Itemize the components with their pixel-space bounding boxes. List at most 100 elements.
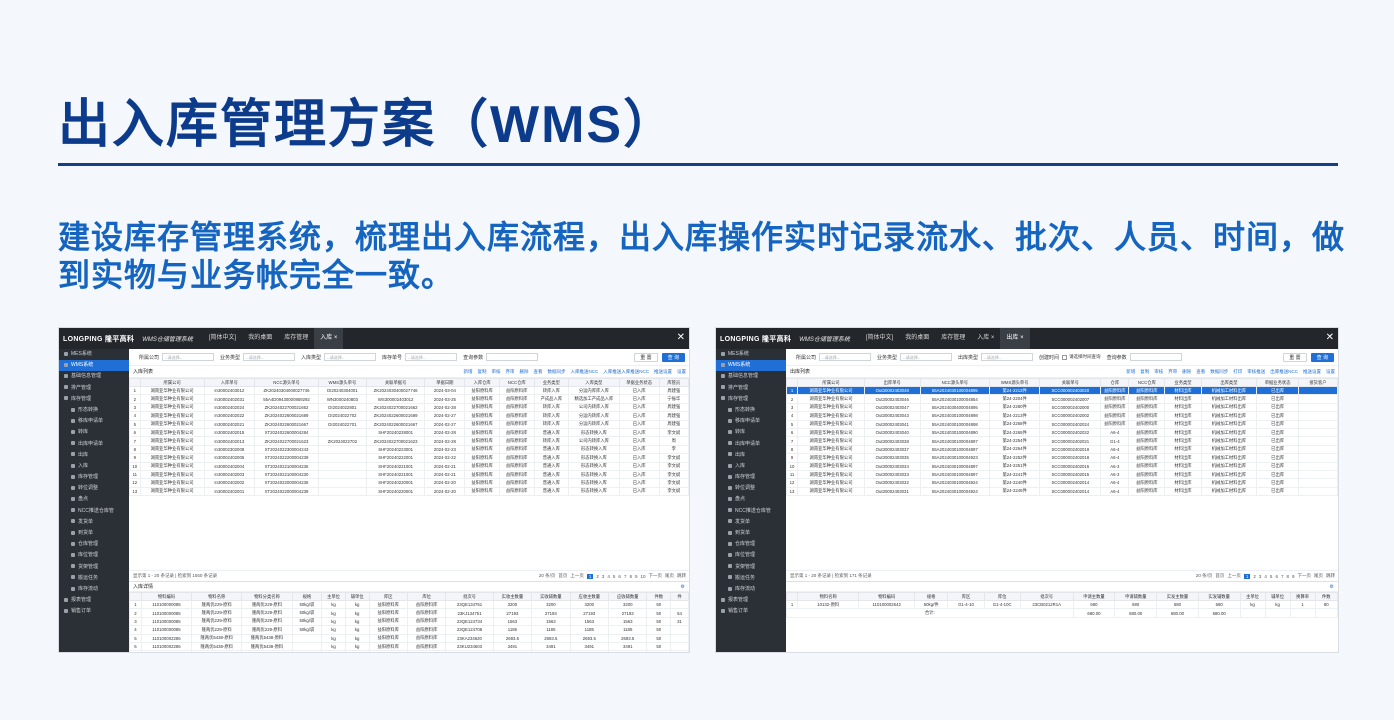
sidebar-item[interactable]: 库存管理	[59, 394, 129, 405]
table-row[interactable]: 11 湖南亚华种业有限公司 Out30002403033 55A20240301000…	[786, 469, 1338, 480]
toolbar-action[interactable]: 审核推送	[1247, 369, 1265, 375]
table-row[interactable]: 1 湖南亚华种业有限公司 Out30002403048 55A202403010000…	[786, 385, 1338, 396]
reset-button[interactable]: 重 置	[1283, 352, 1307, 362]
toolbar-action[interactable]: 推送设置	[654, 369, 672, 375]
page-button[interactable]: 2	[1253, 574, 1256, 579]
settings-icon[interactable]: ⚙	[681, 584, 689, 590]
table-row[interactable]: 2 湖南亚华种业有限公司 In30002402031 55A4D09430000859…	[129, 394, 689, 404]
toolbar-action[interactable]: 查看	[534, 369, 543, 375]
sidebar-item[interactable]: 销售订单	[716, 606, 786, 617]
toolbar-action[interactable]: 打印	[1233, 369, 1242, 375]
column-header[interactable]: 接货客户	[1297, 378, 1338, 387]
sidebar-item[interactable]: 仓库管理	[716, 539, 786, 550]
sidebar-item[interactable]: 形态转换	[59, 405, 129, 416]
page-button[interactable]: 上一页	[1227, 573, 1241, 579]
sidebar-item[interactable]: 入库	[716, 461, 786, 472]
inbound-type-select[interactable]: --请选择--	[324, 353, 377, 361]
column-header[interactable]: 单据业务状态	[1256, 378, 1299, 387]
sidebar-item[interactable]: 形态转换	[716, 405, 786, 416]
toolbar-action[interactable]: 删除	[1182, 369, 1191, 375]
column-header[interactable]: 关联单据号	[365, 378, 426, 387]
column-header[interactable]: 入库类型	[568, 378, 620, 387]
column-header[interactable]: 批次号	[445, 592, 494, 601]
table-row[interactable]: 7 湖南亚华种业有限公司 Out30002403038 55A202403010000…	[786, 436, 1338, 446]
column-header[interactable]: 入库单号	[203, 378, 256, 387]
page-button[interactable]: 4	[607, 574, 610, 579]
business-type-select[interactable]: --请选择--	[243, 353, 296, 361]
toolbar-action[interactable]: 弃审	[506, 369, 515, 375]
sidebar-item[interactable]: 排产管理	[59, 383, 129, 394]
column-header[interactable]	[129, 592, 142, 601]
sidebar-item[interactable]: 库位管理	[716, 550, 786, 561]
column-header[interactable]: 辅单位	[1264, 592, 1291, 601]
sidebar-item[interactable]: 转位调整	[59, 483, 129, 494]
toolbar-action[interactable]: 入库推送NCC	[571, 369, 599, 375]
sidebar-item[interactable]: WMS系统	[59, 360, 129, 372]
column-header[interactable]: WMS源头单号	[317, 378, 367, 387]
sidebar-item[interactable]: 库存流动	[716, 584, 786, 595]
column-header[interactable]: 申请辅数量	[1114, 592, 1158, 601]
sidebar-item[interactable]: 排产管理	[716, 383, 786, 394]
tab-stock-menu[interactable]: 库存管理	[278, 328, 314, 349]
goto-button[interactable]: 跳转	[1326, 573, 1335, 579]
company-select[interactable]: --请选择--	[162, 353, 215, 361]
column-header[interactable]: 仓库	[1100, 378, 1130, 387]
tab-inbound[interactable]: 入库 ×	[971, 328, 1000, 349]
column-header[interactable]: NCC仓库	[1128, 378, 1166, 387]
table-row[interactable]: 13 湖南亚华种业有限公司 Out30002403031 55A20240301000…	[786, 486, 1338, 497]
sidebar-item[interactable]: 出库	[59, 450, 129, 461]
tab-stock-menu[interactable]: 库存管理	[935, 328, 971, 349]
query-param-input[interactable]	[486, 353, 539, 361]
stock-no-select[interactable]: --请选择--	[405, 353, 458, 361]
sidebar-item[interactable]: 移库申请单	[59, 416, 129, 427]
column-header[interactable]: 件数	[1314, 592, 1338, 601]
column-header[interactable]: 应收主数量	[569, 592, 610, 601]
page-button[interactable]: 1	[586, 573, 594, 579]
sidebar-item[interactable]: MES系统	[716, 349, 786, 360]
settings-icon[interactable]: ⚙	[1330, 584, 1338, 590]
table-row[interactable]: 3 湖南亚华种业有限公司 In30002402024 ZK20240227000216…	[129, 402, 689, 413]
table-row[interactable]: 5 湖南亚华种业有限公司 Out30002403041 55A202403010000…	[786, 419, 1338, 429]
column-header[interactable]	[786, 592, 799, 601]
sidebar-item[interactable]: 报表管理	[716, 595, 786, 606]
toolbar-action[interactable]: 审核	[1154, 369, 1163, 375]
column-header[interactable]: WMS源头单号	[989, 378, 1041, 387]
sidebar-item[interactable]: 基础信息管理	[716, 371, 786, 382]
column-header[interactable]: 换算率	[1289, 592, 1316, 601]
sidebar-item[interactable]: 库存管理	[716, 394, 786, 405]
toolbar-action[interactable]: 复制	[478, 369, 487, 375]
sidebar-item[interactable]: 出库申请单	[59, 439, 129, 450]
column-header[interactable]: 件数	[646, 592, 672, 601]
toolbar-action[interactable]: 数据同步	[1210, 369, 1228, 375]
column-header[interactable]: 主单位	[1239, 592, 1266, 601]
column-header[interactable]: 主单位	[321, 592, 346, 601]
query-param-input[interactable]	[1129, 353, 1182, 361]
table-row[interactable]: 12 湖南亚华种业有限公司 In30002402002 XT2024022000004…	[129, 478, 689, 488]
column-header[interactable]: 业务类型	[533, 378, 570, 387]
sidebar-item[interactable]: NCC推送仓库管	[59, 506, 129, 517]
sidebar-item[interactable]: WMS系统	[716, 360, 786, 372]
language-switch[interactable]: [简体中文]	[860, 328, 899, 349]
sidebar-item[interactable]: 到货单	[716, 528, 786, 539]
table-row[interactable]: 1 110100000085 隆两优229-原料 隆两优229-原料 50kg/袋 kg k…	[129, 599, 689, 610]
column-header[interactable]: 库位	[406, 592, 447, 601]
sidebar-item[interactable]: 出库申请单	[716, 439, 786, 450]
sidebar-item[interactable]: 到货单	[59, 528, 129, 539]
column-header[interactable]: 实发辅数量	[1197, 592, 1241, 601]
table-row[interactable]: 5 湖南亚华种业有限公司 In30002402021 ZK20240226000216…	[129, 419, 689, 429]
table-row[interactable]: 4 湖南亚华种业有限公司 In30002402022 ZK20240226000216…	[129, 411, 689, 421]
table-row[interactable]: 6 湖南亚华种业有限公司 In30002402015 XT20240226000042…	[129, 427, 689, 438]
sidebar-item[interactable]: 转库	[59, 427, 129, 438]
table-row[interactable]: 2 湖南亚华种业有限公司 Out30002403046 55A202403010000…	[786, 394, 1338, 404]
tab-inbound[interactable]: 入库 ×	[314, 328, 344, 349]
outbound-type-select[interactable]: --请选择--	[981, 353, 1034, 361]
sidebar-item[interactable]: NCC推送仓库管	[716, 506, 786, 517]
query-button[interactable]: 查 询	[1310, 352, 1334, 362]
column-header[interactable]: 库位	[983, 592, 1021, 601]
column-header[interactable]: 关联单号	[1039, 378, 1102, 387]
column-header[interactable]: 物料分类名称	[241, 592, 293, 601]
table-row[interactable]: 7110100002286隆两优5438-原料隆两优5438-原料kgkg益阳原…	[129, 650, 689, 652]
page-button[interactable]: 8	[1286, 574, 1289, 579]
table-row[interactable]: 8 湖南亚华种业有限公司 In30002302008 XT20240223000042…	[129, 444, 689, 455]
page-button[interactable]: 10	[640, 574, 645, 579]
